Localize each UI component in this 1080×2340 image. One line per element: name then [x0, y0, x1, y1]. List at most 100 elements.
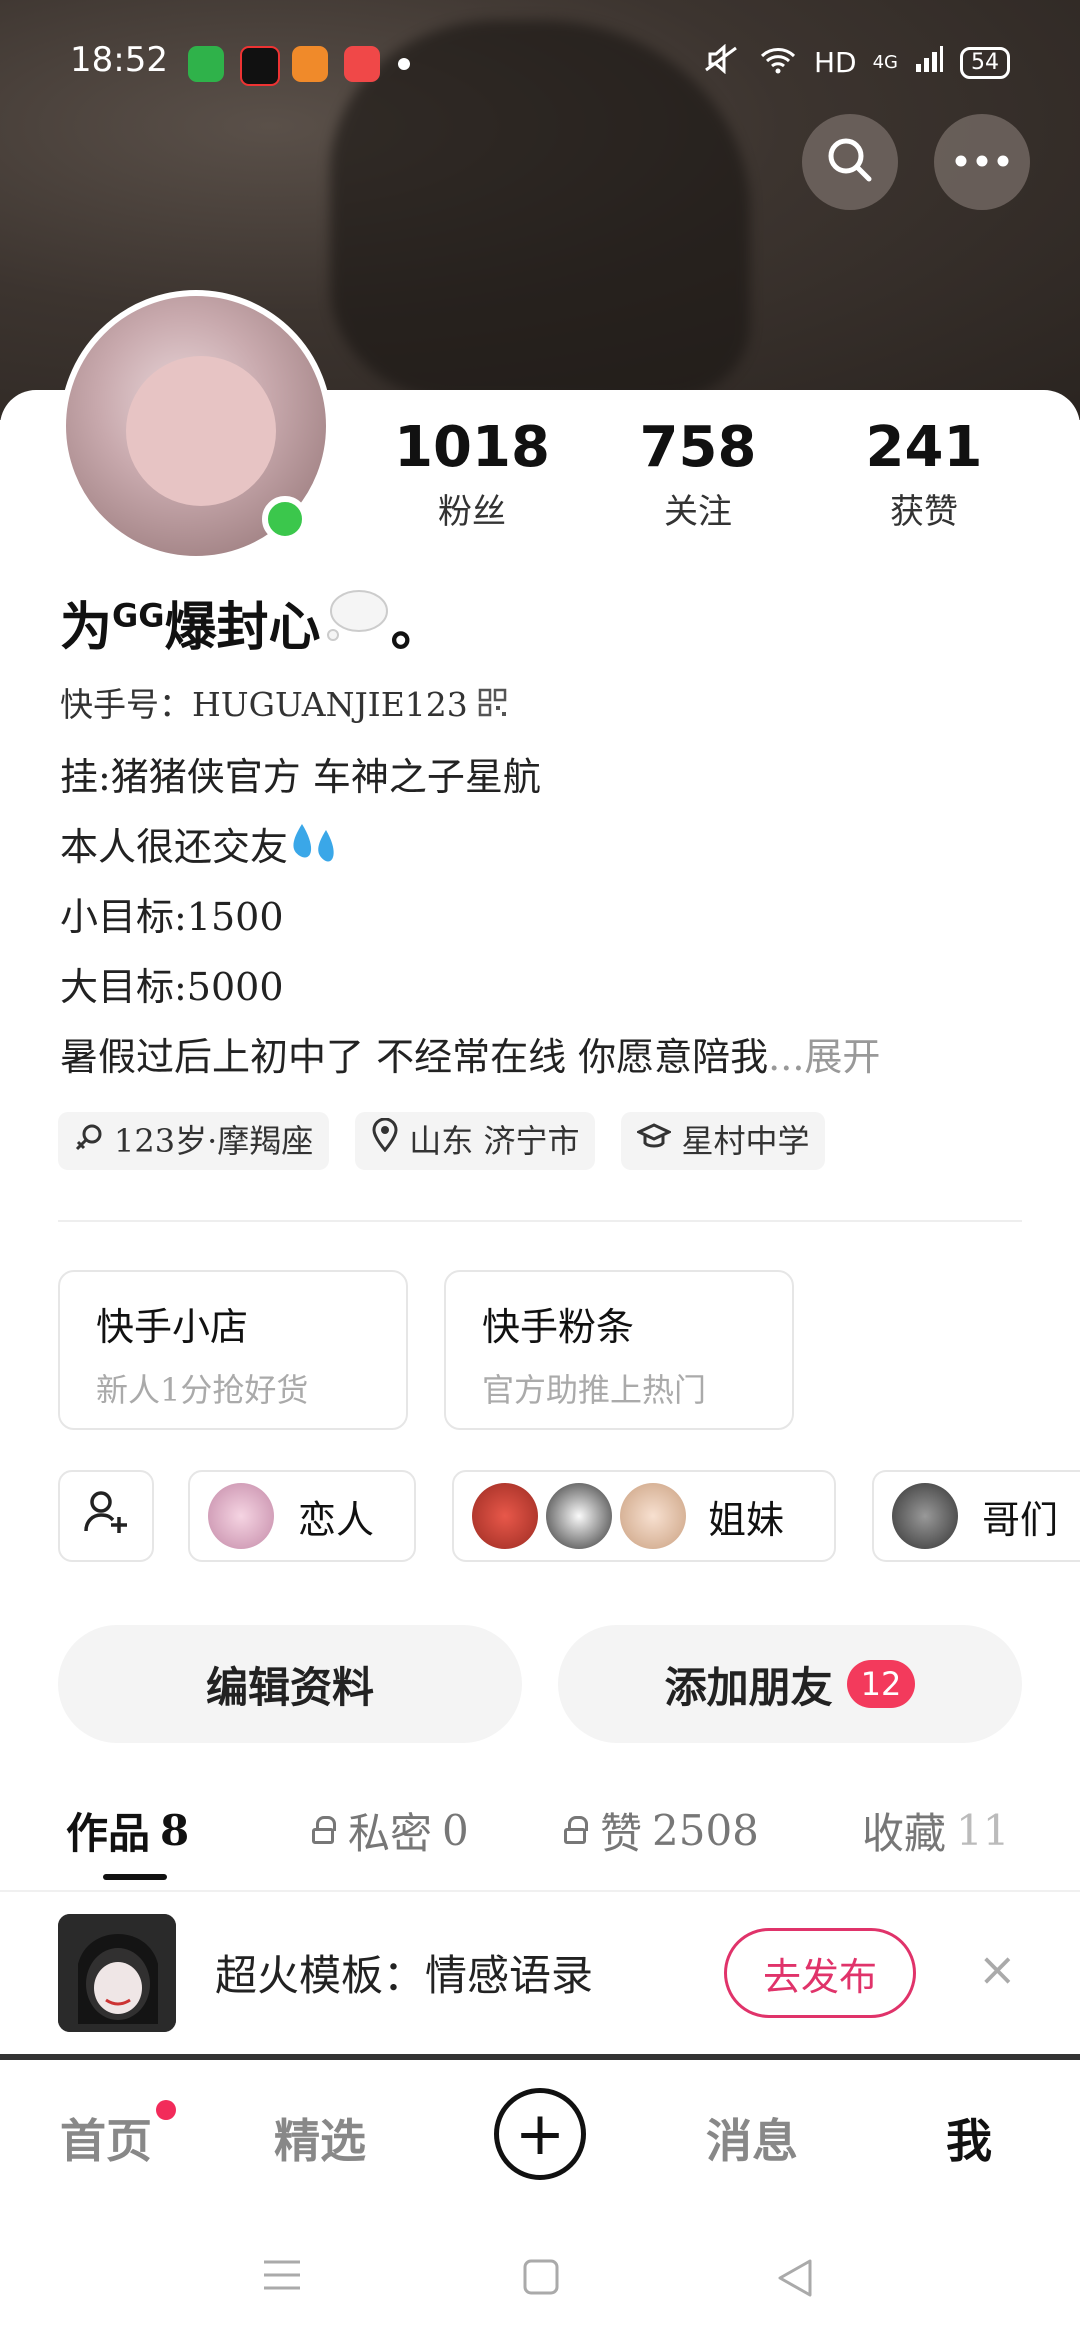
- tag-label: 山东 济宁市: [409, 1122, 580, 1160]
- tab-count: 8: [160, 1806, 190, 1855]
- lock-icon: [564, 1815, 590, 1846]
- shop-title: 快手小店: [96, 1305, 249, 1349]
- back-triangle-icon[interactable]: [776, 2258, 814, 2302]
- bio-text: 本人很还交友: [60, 825, 289, 869]
- member-avatar: [546, 1483, 612, 1549]
- thought-bubble-icon: [321, 590, 391, 658]
- graduation-cap-icon: [635, 1112, 674, 1170]
- divider: [58, 1220, 1022, 1222]
- name-superscript: GG: [112, 596, 165, 635]
- nav-messages[interactable]: 消息: [706, 2105, 798, 2171]
- member-avatar: [472, 1483, 538, 1549]
- edit-profile-button[interactable]: 编辑资料: [58, 1625, 522, 1743]
- group-label: 恋人: [298, 1497, 375, 1542]
- more-button[interactable]: [934, 114, 1030, 210]
- online-status-dot: [262, 496, 308, 542]
- promo-thumbnail: [58, 1914, 176, 2032]
- publish-button[interactable]: 去发布: [724, 1928, 916, 2018]
- tab-liked[interactable]: 赞 2508: [564, 1800, 759, 1861]
- signal-icon: [914, 44, 944, 81]
- tag-location[interactable]: 山东 济宁市: [355, 1112, 596, 1170]
- tag-label: 星村中学: [681, 1122, 810, 1160]
- bio-text: 暑假过后上初中了 不经常在线 你愿意陪我: [60, 1035, 769, 1079]
- app-notification-icon: [240, 46, 280, 86]
- bio-truncated: 暑假过后上初中了 不经常在线 你愿意陪我...展开: [60, 1026, 880, 1081]
- menu-icon[interactable]: [262, 2258, 302, 2296]
- group-label: 哥们: [982, 1497, 1059, 1542]
- bio-line: 小目标:1500: [60, 895, 284, 939]
- nav-featured[interactable]: 精选: [274, 2105, 366, 2171]
- stat-label: 获赞: [890, 492, 958, 532]
- sweat-drops-icon: [288, 824, 342, 869]
- bottom-nav: 首页 精选 + 消息 我: [0, 2060, 1080, 2210]
- expand-link[interactable]: ...展开: [768, 1035, 880, 1079]
- bio-line-2: 本人很还交友: [60, 816, 342, 871]
- add-relation-button[interactable]: [58, 1470, 154, 1562]
- profile-tags: 123岁·摩羯座 山东 济宁市 星村中学: [58, 1112, 826, 1170]
- user-id-line[interactable]: 快手号：HUGUANJIE123: [60, 678, 508, 726]
- member-avatar: [620, 1483, 686, 1549]
- tag-age[interactable]: 123岁·摩羯座: [58, 1112, 330, 1170]
- stat-label: 关注: [664, 492, 732, 532]
- bio-line: 挂:猪猪侠官方 车神之子星航: [60, 755, 541, 799]
- member-avatar: [892, 1483, 958, 1549]
- stat-likes[interactable]: 241 获赞: [824, 415, 1024, 533]
- mute-icon: [702, 43, 742, 81]
- template-promo-banner[interactable]: 超火模板：情感语录 去发布 ×: [0, 1890, 1080, 2054]
- kuaishou-promote-card[interactable]: 快手粉条 官方助推上热门: [444, 1270, 794, 1430]
- status-time: 18:52: [70, 40, 168, 80]
- name-part: 。: [390, 597, 443, 658]
- name-part: 为: [60, 597, 113, 658]
- wifi-icon: [758, 44, 798, 81]
- tab-label: 私密: [348, 1809, 433, 1858]
- stat-followers[interactable]: 1018 粉丝: [372, 415, 572, 533]
- tab-label: 赞: [600, 1809, 643, 1858]
- home-notification-dot: [156, 2100, 176, 2120]
- group-label: 姐妹: [708, 1497, 785, 1542]
- group-sisters[interactable]: 姐妹: [452, 1470, 836, 1562]
- shop-title: 快手粉条: [482, 1305, 635, 1349]
- close-icon[interactable]: ×: [978, 1942, 1017, 1996]
- search-button[interactable]: [802, 114, 898, 210]
- tab-works[interactable]: 作品 8: [66, 1800, 189, 1861]
- qrcode-icon[interactable]: [478, 685, 508, 724]
- tab-count: 2508: [652, 1806, 759, 1855]
- bio-line: 大目标:5000: [60, 965, 284, 1009]
- search-icon: [824, 134, 876, 190]
- nav-home[interactable]: 首页: [60, 2105, 152, 2171]
- nav-me[interactable]: 我: [946, 2105, 992, 2171]
- gender-icon: [74, 1112, 104, 1170]
- tag-school[interactable]: 星村中学: [621, 1112, 826, 1170]
- more-dots-icon: [954, 153, 1010, 172]
- tab-label: 作品: [66, 1809, 151, 1858]
- stat-number: 241: [865, 415, 983, 480]
- location-pin-icon: [371, 1112, 399, 1170]
- tab-count: 11: [956, 1806, 1010, 1855]
- battery-indicator: 54: [960, 46, 1010, 79]
- shop-subtitle: 新人1分抢好货: [96, 1371, 309, 1409]
- tab-favorites[interactable]: 收藏 11: [862, 1800, 1080, 1861]
- friend-request-badge: 12: [846, 1660, 916, 1708]
- kuaishou-shop-card[interactable]: 快手小店 新人1分抢好货: [58, 1270, 408, 1430]
- add-friend-button[interactable]: 添加朋友 12: [558, 1625, 1022, 1743]
- group-brothers[interactable]: 哥们: [872, 1470, 1080, 1562]
- member-avatar: [208, 1483, 274, 1549]
- add-friend-label: 添加朋友: [664, 1662, 833, 1712]
- avatar-face: [126, 356, 276, 506]
- status-bar: 18:52 HD 4G 54: [0, 0, 1080, 130]
- tab-indicator: [103, 1874, 167, 1880]
- more-notifications-dot: [398, 58, 410, 70]
- home-square-icon[interactable]: [522, 2258, 560, 2300]
- stat-following[interactable]: 758 关注: [598, 415, 798, 533]
- create-button[interactable]: +: [494, 2088, 586, 2180]
- hd-label: HD: [813, 46, 857, 79]
- app-notification-icon: [344, 46, 380, 82]
- promo-text: 超火模板：情感语录: [215, 1951, 594, 2000]
- network-label: 4G: [872, 52, 898, 73]
- tab-private[interactable]: 私密 0: [312, 1800, 469, 1861]
- stat-number: 758: [639, 415, 757, 480]
- group-lovers[interactable]: 恋人: [188, 1470, 416, 1562]
- tab-count: 0: [442, 1806, 469, 1855]
- stat-number: 1018: [394, 415, 550, 480]
- stat-label: 粉丝: [438, 492, 506, 532]
